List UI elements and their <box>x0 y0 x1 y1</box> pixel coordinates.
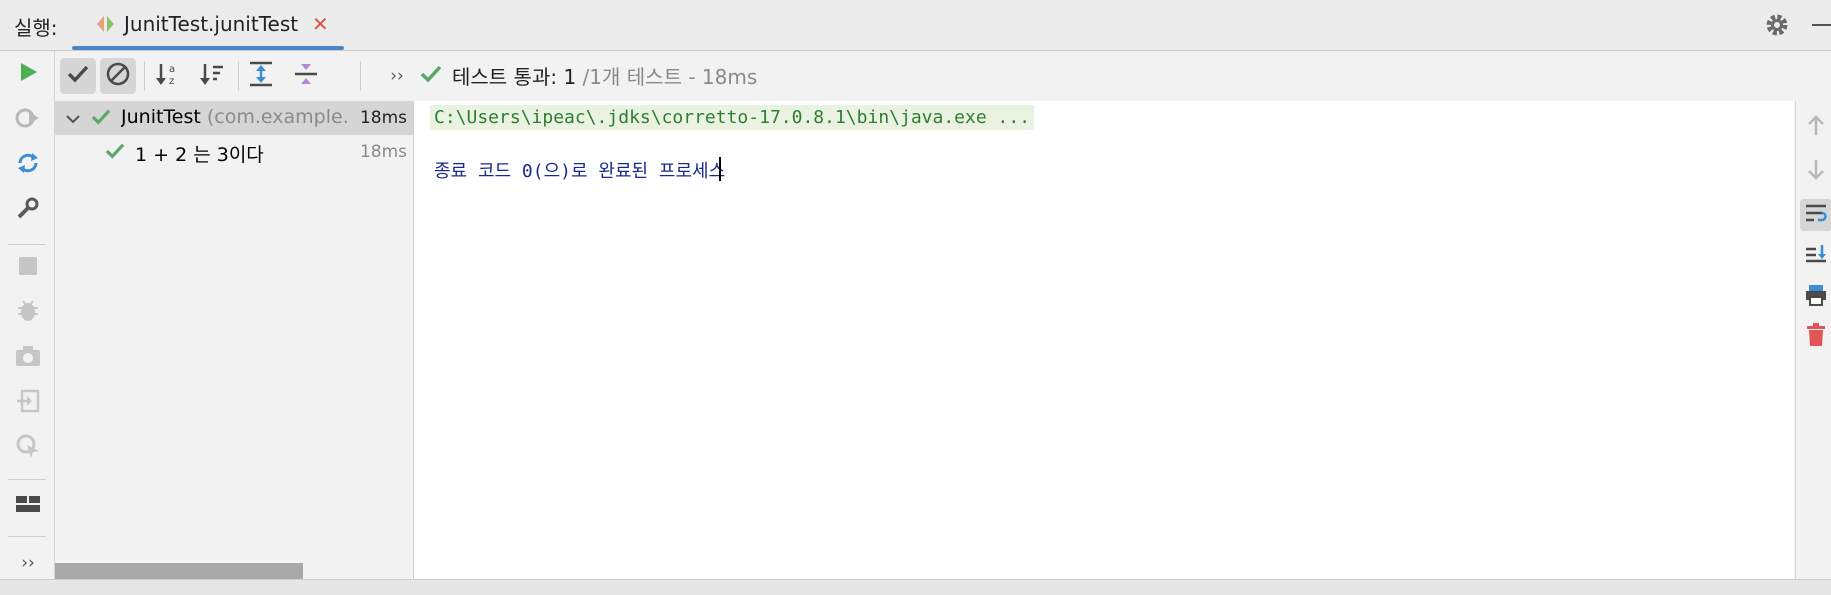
toolbar-separator <box>8 536 46 537</box>
check-icon <box>420 64 442 88</box>
svg-text:a: a <box>169 64 175 75</box>
camera-icon <box>15 345 41 371</box>
tree-horizontal-scrollbar[interactable] <box>55 563 303 579</box>
bug-icon <box>15 298 41 328</box>
exit-icon <box>16 389 40 417</box>
rerun-failed-button[interactable] <box>14 106 42 134</box>
clear-all-button[interactable] <box>1800 321 1831 353</box>
tool-window-tabbar: 실행: JunitTest.junitTest ✕ <box>0 0 1831 51</box>
test-runner-toolbar: az ›› 테스트 통과: 1 /1개 테스트 - 18ms <box>55 51 1831 101</box>
console-exit-message: 종료 코드 0(으)로 완료된 프로세스 <box>434 161 726 182</box>
layout-icon <box>15 494 41 518</box>
gear-icon[interactable] <box>1764 12 1790 42</box>
more-actions-button[interactable]: ›› <box>379 58 415 94</box>
sort-alpha-icon: az <box>154 61 180 91</box>
text-caret <box>719 157 721 181</box>
dump-threads-button[interactable] <box>14 344 42 372</box>
test-class-package: (com.example.s <box>206 106 347 128</box>
toolbar-separator <box>144 61 145 91</box>
scroll-to-end-button[interactable] <box>1800 241 1831 273</box>
printer-icon <box>1804 283 1828 311</box>
tree-item-label: JunitTest (com.example.s <box>121 106 347 128</box>
minimize-icon[interactable] <box>1812 24 1831 26</box>
layout-button[interactable] <box>14 492 42 520</box>
play-icon <box>17 61 39 87</box>
sort-alphabetically-button[interactable]: az <box>149 58 185 94</box>
test-status: 테스트 통과: 1 /1개 테스트 - 18ms <box>452 61 757 90</box>
test-tree: JunitTest (com.example.s 18ms 1 + 2 는 3이… <box>55 101 414 579</box>
ignored-icon <box>105 61 131 91</box>
console-output[interactable]: C:\Users\ipeac\.jdks\corretto-17.0.8.1\b… <box>414 101 1794 579</box>
test-duration: 18ms <box>359 108 407 128</box>
run-label: 실행: <box>14 16 58 40</box>
soft-wrap-icon <box>1804 202 1828 228</box>
toolbar-separator <box>8 244 46 245</box>
stop-button[interactable] <box>14 254 42 282</box>
scroll-up-button[interactable] <box>1800 111 1831 143</box>
pointer-icon <box>15 433 41 463</box>
toolbar-separator <box>238 61 239 91</box>
coverage-button[interactable] <box>14 434 42 462</box>
check-icon <box>105 142 125 165</box>
toggle-auto-test-button[interactable] <box>14 151 42 179</box>
collapse-all-icon <box>293 61 319 91</box>
exit-button[interactable] <box>14 389 42 417</box>
run-config-icon <box>96 15 116 37</box>
show-passed-button[interactable] <box>60 58 96 94</box>
scroll-to-end-icon <box>1804 243 1828 271</box>
soft-wrap-button[interactable] <box>1800 199 1831 231</box>
tab-active-underline <box>72 46 344 50</box>
arrow-up-icon <box>1806 114 1826 140</box>
test-method-name: 1 + 2 는 3이다 <box>135 144 264 166</box>
show-ignored-button[interactable] <box>100 58 136 94</box>
trash-icon <box>1805 323 1827 351</box>
auto-rerun-icon <box>15 150 41 180</box>
stop-icon <box>18 256 38 280</box>
scroll-down-button[interactable] <box>1800 156 1831 188</box>
expand-all-icon <box>248 61 274 91</box>
console-command-line: C:\Users\ipeac\.jdks\corretto-17.0.8.1\b… <box>430 105 1035 130</box>
chevron-down-icon[interactable] <box>65 109 81 131</box>
sort-duration-icon <box>199 61 225 91</box>
rerun-button[interactable] <box>14 60 42 88</box>
wrench-icon <box>16 196 40 224</box>
debug-button[interactable] <box>14 299 42 327</box>
tab-junit-test[interactable]: JunitTest.junitTest ✕ <box>72 0 344 50</box>
status-bar <box>0 579 1831 595</box>
edit-configuration-button[interactable] <box>14 196 42 224</box>
toolbar-separator <box>360 61 361 91</box>
left-toolbar: ›› <box>0 51 55 594</box>
print-button[interactable] <box>1800 281 1831 313</box>
tab-title: JunitTest.junitTest <box>124 12 299 36</box>
tree-row-junittest[interactable]: JunitTest (com.example.s 18ms <box>55 101 413 135</box>
status-detail: /1개 테스트 - 18ms <box>582 65 758 89</box>
arrow-down-icon <box>1806 159 1826 185</box>
test-duration: 18ms <box>359 142 407 162</box>
expand-all-button[interactable] <box>243 58 279 94</box>
tree-row-test-method[interactable]: 1 + 2 는 3이다 18ms <box>55 135 413 169</box>
check-icon <box>67 64 89 88</box>
sort-by-duration-button[interactable] <box>194 58 230 94</box>
rerun-failed-icon <box>15 106 41 134</box>
toolbar-separator <box>8 479 46 480</box>
more-actions-button[interactable]: ›› <box>14 549 42 577</box>
test-class-name: JunitTest <box>121 106 201 128</box>
close-icon[interactable]: ✕ <box>312 12 329 36</box>
collapse-all-button[interactable] <box>288 58 324 94</box>
console-toolbar <box>1795 101 1831 579</box>
check-icon <box>91 108 111 131</box>
status-passed: 테스트 통과: 1 <box>452 65 577 89</box>
svg-text:z: z <box>169 76 174 87</box>
